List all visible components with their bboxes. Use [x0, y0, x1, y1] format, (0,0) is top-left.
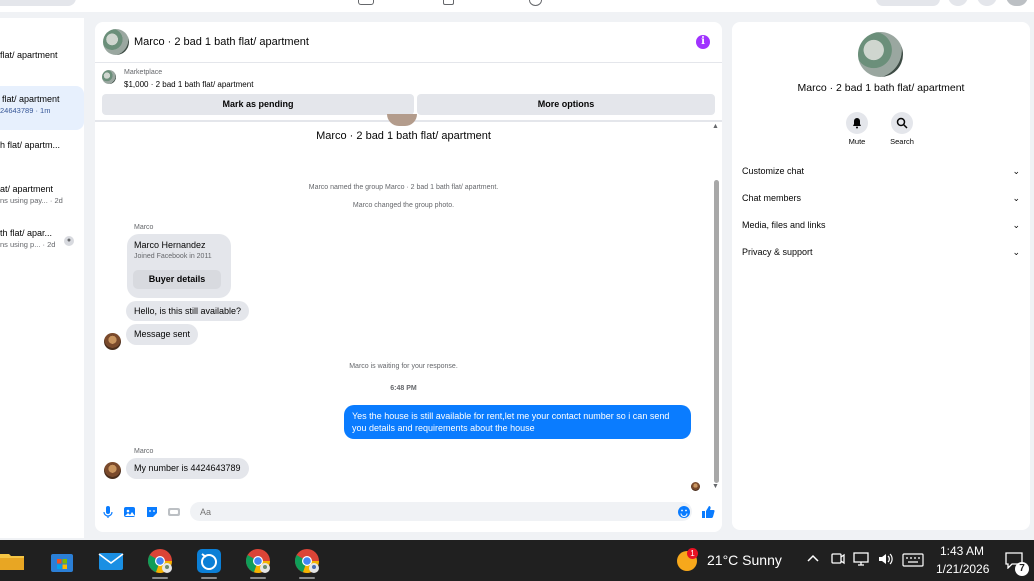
message-timestamp: 6:48 PM	[390, 385, 417, 392]
sender-name: Marco	[134, 448, 154, 455]
chat-header: Marco · 2 bad 1 bath flat/ apartment i	[95, 22, 722, 63]
system-message: Marco changed the group photo.	[352, 202, 455, 209]
group-photo-large	[387, 114, 417, 126]
chrome-profile-icon[interactable]	[147, 548, 173, 574]
nav-icon-1[interactable]	[358, 0, 374, 5]
file-explorer-icon[interactable]	[0, 548, 26, 574]
top-pill-button[interactable]	[876, 0, 940, 6]
conversation-title: at/ apartment	[0, 184, 54, 194]
app-running-indicator	[250, 577, 266, 579]
meet-now-icon[interactable]	[830, 551, 846, 570]
microsoft-store-icon[interactable]	[49, 548, 75, 574]
conversation-title: flat/ apartment	[0, 50, 58, 60]
keyboard-icon[interactable]	[902, 553, 924, 570]
conversation-item[interactable]: flat/ apartment	[0, 46, 84, 76]
conversation-item[interactable]: th flat/ apar... ns using p... · 2d ●	[0, 222, 84, 256]
conversation-list: flat/ apartment flat/ apartment 24643789…	[0, 18, 84, 538]
edge-like-app-icon[interactable]	[196, 548, 222, 574]
chevron-down-icon: ⌄	[1012, 247, 1020, 257]
photo-icon[interactable]	[123, 505, 137, 519]
system-message: Marco named the group Marco · 2 bad 1 ba…	[308, 184, 499, 191]
marketplace-label: Marketplace	[124, 69, 163, 76]
sender-avatar[interactable]	[104, 462, 121, 479]
conversation-item-active[interactable]: flat/ apartment 24643789 · 1m	[0, 86, 84, 130]
conversation-snippet: ns using pay... · 2d	[0, 196, 63, 205]
scroll-up-arrow[interactable]: ▲	[712, 123, 719, 130]
app-running-indicator	[299, 577, 315, 579]
buyer-name: Marco Hernandez	[134, 240, 206, 250]
outgoing-message[interactable]: Yes the house is still available for ren…	[344, 405, 691, 439]
info-panel-title: Marco · 2 bad 1 bath flat/ apartment	[797, 82, 965, 94]
read-receipt-avatar	[691, 482, 700, 491]
incoming-message[interactable]: My number is 4424643789	[126, 458, 249, 479]
info-icon[interactable]: i	[696, 35, 710, 49]
microphone-icon[interactable]	[101, 505, 115, 519]
group-photo-avatar[interactable]	[103, 29, 129, 55]
group-avatar-icon: ●	[64, 236, 74, 246]
app-running-indicator	[152, 577, 168, 579]
sender-name: Marco	[134, 224, 154, 231]
buyer-joined: Joined Facebook in 2011	[134, 253, 212, 260]
top-search-field[interactable]	[0, 0, 76, 6]
conversation-item[interactable]: h flat/ apartm...	[0, 136, 84, 166]
clock-date[interactable]: 1/21/2026	[936, 562, 989, 576]
weather-alert-badge: 1	[687, 548, 698, 559]
chat-panel: Marco · 2 bad 1 bath flat/ apartment i M…	[95, 22, 722, 532]
section-privacy-support[interactable]: Privacy & support ⌄	[742, 242, 1024, 262]
incoming-message[interactable]: Message sent	[126, 324, 199, 345]
chevron-up-icon[interactable]	[806, 551, 820, 568]
chat-info-panel: Marco · 2 bad 1 bath flat/ apartment Mut…	[732, 22, 1030, 530]
conversation-item[interactable]: at/ apartment ns using pay... · 2d	[0, 178, 84, 212]
volume-icon[interactable]	[877, 551, 895, 570]
chevron-down-icon: ⌄	[1012, 166, 1020, 176]
chevron-down-icon: ⌄	[1012, 193, 1020, 203]
conversation-title: th flat/ apar...	[0, 228, 53, 238]
network-icon[interactable]	[853, 551, 869, 570]
like-thumb-icon[interactable]	[701, 505, 715, 519]
emoji-icon[interactable]	[677, 505, 691, 519]
conversation-title: flat/ apartment	[2, 94, 60, 104]
chrome-profile-icon-3[interactable]	[294, 548, 320, 574]
scrollbar-thumb[interactable]	[714, 180, 719, 483]
section-customize-chat[interactable]: Customize chat ⌄	[742, 161, 1024, 181]
buyer-profile-card: Marco Hernandez Joined Facebook in 2011 …	[127, 234, 231, 298]
search-label: Search	[890, 137, 914, 146]
conversation-snippet: 24643789 · 1m	[0, 106, 51, 115]
chat-title[interactable]: Marco · 2 bad 1 bath flat/ apartment	[134, 36, 309, 48]
incoming-message[interactable]: Hello, is this still available?	[126, 301, 250, 321]
nav-icon-2[interactable]	[443, 0, 454, 5]
sticker-icon[interactable]	[145, 505, 159, 519]
gif-icon[interactable]	[167, 505, 181, 519]
chevron-down-icon: ⌄	[1012, 220, 1020, 230]
listing-price[interactable]: $1,000 · 2 bad 1 bath flat/ apartment	[124, 80, 253, 89]
bell-icon[interactable]	[846, 112, 868, 134]
listing-thumbnail[interactable]	[102, 70, 116, 84]
notification-count-badge: 7	[1015, 562, 1029, 576]
chrome-profile-icon-2[interactable]	[245, 548, 271, 574]
section-media-files-links[interactable]: Media, files and links ⌄	[742, 215, 1024, 235]
section-chat-members[interactable]: Chat members ⌄	[742, 188, 1024, 208]
conversation-snippet: ns using p... · 2d	[0, 240, 56, 249]
buyer-details-button[interactable]: Buyer details	[133, 270, 221, 289]
section-label: Chat members	[742, 193, 802, 203]
message-input[interactable]	[190, 502, 692, 521]
search-icon[interactable]	[891, 112, 913, 134]
group-photo-profile[interactable]	[858, 32, 903, 77]
scroll-down-arrow[interactable]: ▼	[712, 483, 719, 490]
weather-text[interactable]: 21°C Sunny	[707, 552, 782, 568]
mark-as-pending-button[interactable]: Mark as pending	[102, 94, 414, 115]
section-label: Customize chat	[742, 166, 805, 176]
system-message: Marco is waiting for your response.	[349, 363, 458, 370]
group-title: Marco · 2 bad 1 bath flat/ apartment	[316, 130, 491, 142]
mail-icon[interactable]	[98, 548, 124, 574]
clock-time[interactable]: 1:43 AM	[940, 544, 984, 558]
section-label: Media, files and links	[742, 220, 826, 230]
more-options-button[interactable]: More options	[417, 94, 715, 115]
sender-avatar[interactable]	[104, 333, 121, 350]
conversation-title: h flat/ apartm...	[0, 140, 61, 150]
app-running-indicator	[201, 577, 217, 579]
section-label: Privacy & support	[742, 247, 813, 257]
mute-label: Mute	[848, 137, 866, 146]
